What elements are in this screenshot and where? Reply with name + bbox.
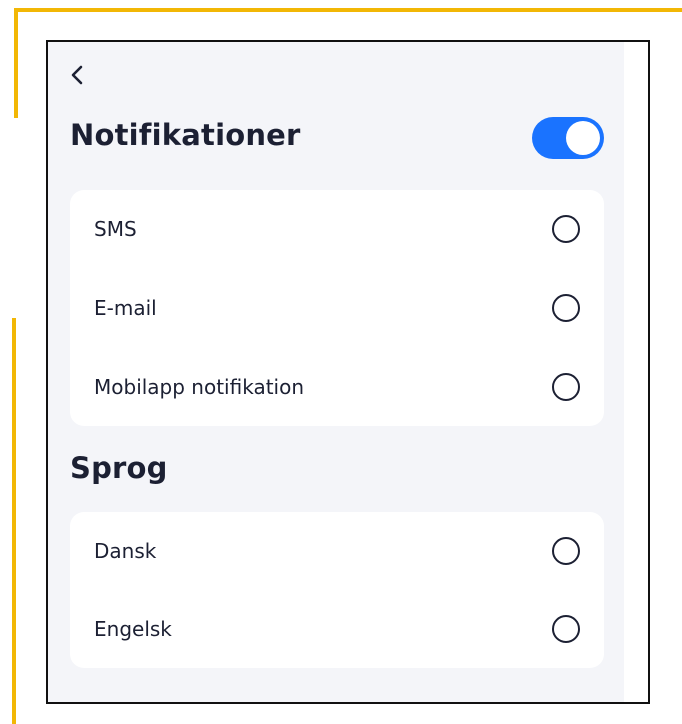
annotation-line-left-lower <box>12 318 16 724</box>
annotation-line-top <box>14 8 682 12</box>
option-english[interactable]: Engelsk <box>70 590 604 668</box>
stage: Notifikationer SMS E-mail Mobilapp notif… <box>0 0 682 724</box>
option-label: Engelsk <box>94 617 172 641</box>
notifications-toggle[interactable] <box>532 117 604 159</box>
radio-button[interactable] <box>552 373 580 401</box>
option-danish[interactable]: Dansk <box>70 512 604 590</box>
chevron-left-icon <box>71 65 83 85</box>
language-title: Sprog <box>70 451 168 485</box>
annotation-line-left-upper <box>14 8 18 118</box>
radio-button[interactable] <box>552 294 580 322</box>
option-email[interactable]: E-mail <box>70 269 604 347</box>
toggle-knob <box>566 121 600 155</box>
option-sms[interactable]: SMS <box>70 190 604 268</box>
radio-button[interactable] <box>552 537 580 565</box>
settings-screen: Notifikationer SMS E-mail Mobilapp notif… <box>48 42 624 702</box>
radio-button[interactable] <box>552 615 580 643</box>
language-card: Dansk Engelsk <box>70 512 604 668</box>
phone-frame: Notifikationer SMS E-mail Mobilapp notif… <box>46 40 650 704</box>
notifications-title: Notifikationer <box>70 118 301 152</box>
notifications-card: SMS E-mail Mobilapp notifikation <box>70 190 604 426</box>
radio-button[interactable] <box>552 215 580 243</box>
option-label: Dansk <box>94 539 157 563</box>
option-mobile-app[interactable]: Mobilapp notifikation <box>70 348 604 426</box>
back-button[interactable] <box>68 64 88 86</box>
option-label: Mobilapp notifikation <box>94 375 305 399</box>
option-label: SMS <box>94 217 137 241</box>
option-label: E-mail <box>94 296 157 320</box>
